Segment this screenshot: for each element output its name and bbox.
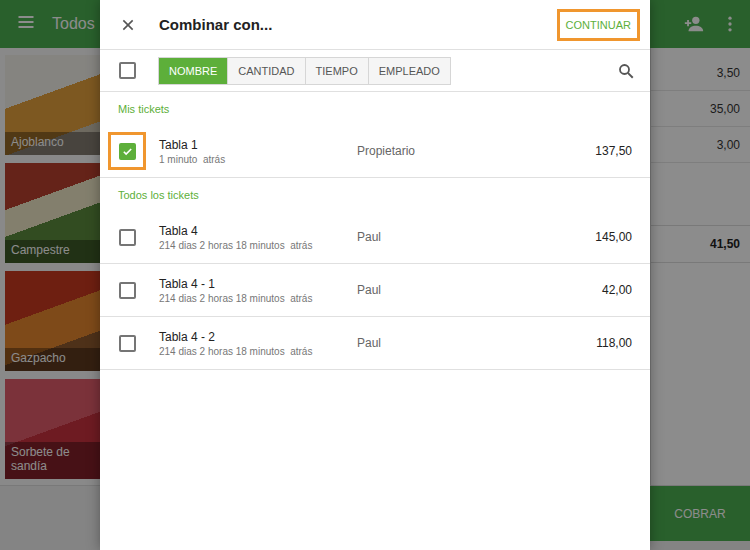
checkbox-highlight	[108, 132, 146, 170]
select-all-checkbox[interactable]	[119, 62, 136, 79]
ticket-employee: Propietario	[357, 144, 595, 158]
ticket-time: 1 minuto atrás	[159, 154, 357, 165]
ticket-amount: 145,00	[595, 230, 632, 244]
continue-button[interactable]: CONTINUAR	[557, 9, 640, 41]
sort-tab[interactable]: TIEMPO	[305, 58, 368, 84]
ticket-row[interactable]: Tabla 4 214 dias 2 horas 18 minutos atrás…	[100, 211, 650, 264]
ticket-name: Tabla 4	[159, 224, 357, 238]
sort-bar: NOMBRECANTIDADTIEMPOEMPLEADO	[100, 50, 650, 92]
checkbox-highlight	[108, 271, 146, 309]
close-icon[interactable]	[118, 15, 138, 35]
ticket-row[interactable]: Tabla 4 - 2 214 dias 2 horas 18 minutos a…	[100, 317, 650, 370]
sort-tab[interactable]: CANTIDAD	[227, 58, 304, 84]
ticket-checkbox[interactable]	[119, 335, 136, 352]
ticket-row[interactable]: Tabla 1 1 minuto atrásPropietario137,50	[100, 125, 650, 178]
checkbox-highlight	[108, 324, 146, 362]
ticket-checkbox[interactable]	[119, 282, 136, 299]
ticket-employee: Paul	[357, 336, 596, 350]
select-all-wrap	[108, 52, 146, 90]
ticket-name: Tabla 1	[159, 138, 357, 152]
dialog-title: Combinar con...	[159, 16, 557, 33]
check-icon	[122, 146, 133, 157]
ticket-name: Tabla 4 - 2	[159, 330, 357, 344]
ticket-time: 214 dias 2 horas 18 minutos atrás	[159, 346, 357, 357]
ticket-info: Tabla 4 - 2 214 dias 2 horas 18 minutos a…	[159, 330, 357, 357]
ticket-info: Tabla 1 1 minuto atrás	[159, 138, 357, 165]
ticket-employee: Paul	[357, 283, 602, 297]
sort-tab[interactable]: NOMBRE	[159, 58, 227, 84]
ticket-info: Tabla 4 214 dias 2 horas 18 minutos atrás	[159, 224, 357, 251]
search-icon[interactable]	[616, 61, 636, 81]
ticket-time: 214 dias 2 horas 18 minutos atrás	[159, 293, 357, 304]
section-title: Todos los tickets	[100, 178, 650, 211]
ticket-row[interactable]: Tabla 4 - 1 214 dias 2 horas 18 minutos a…	[100, 264, 650, 317]
ticket-checkbox[interactable]	[119, 229, 136, 246]
sort-tabs: NOMBRECANTIDADTIEMPOEMPLEADO	[158, 57, 451, 85]
ticket-name: Tabla 4 - 1	[159, 277, 357, 291]
merge-dialog: Combinar con...CONTINUAR NOMBRECANTIDADTI…	[100, 0, 650, 550]
sort-tab[interactable]: EMPLEADO	[368, 58, 450, 84]
ticket-time: 214 dias 2 horas 18 minutos atrás	[159, 240, 357, 251]
ticket-employee: Paul	[357, 230, 595, 244]
ticket-amount: 42,00	[602, 283, 632, 297]
ticket-checkbox[interactable]	[119, 143, 136, 160]
section-title: Mis tickets	[100, 92, 650, 125]
ticket-amount: 137,50	[595, 144, 632, 158]
dialog-header: Combinar con...CONTINUAR	[100, 0, 650, 50]
checkbox-highlight	[108, 218, 146, 256]
ticket-amount: 118,00	[596, 336, 632, 350]
ticket-info: Tabla 4 - 1 214 dias 2 horas 18 minutos a…	[159, 277, 357, 304]
